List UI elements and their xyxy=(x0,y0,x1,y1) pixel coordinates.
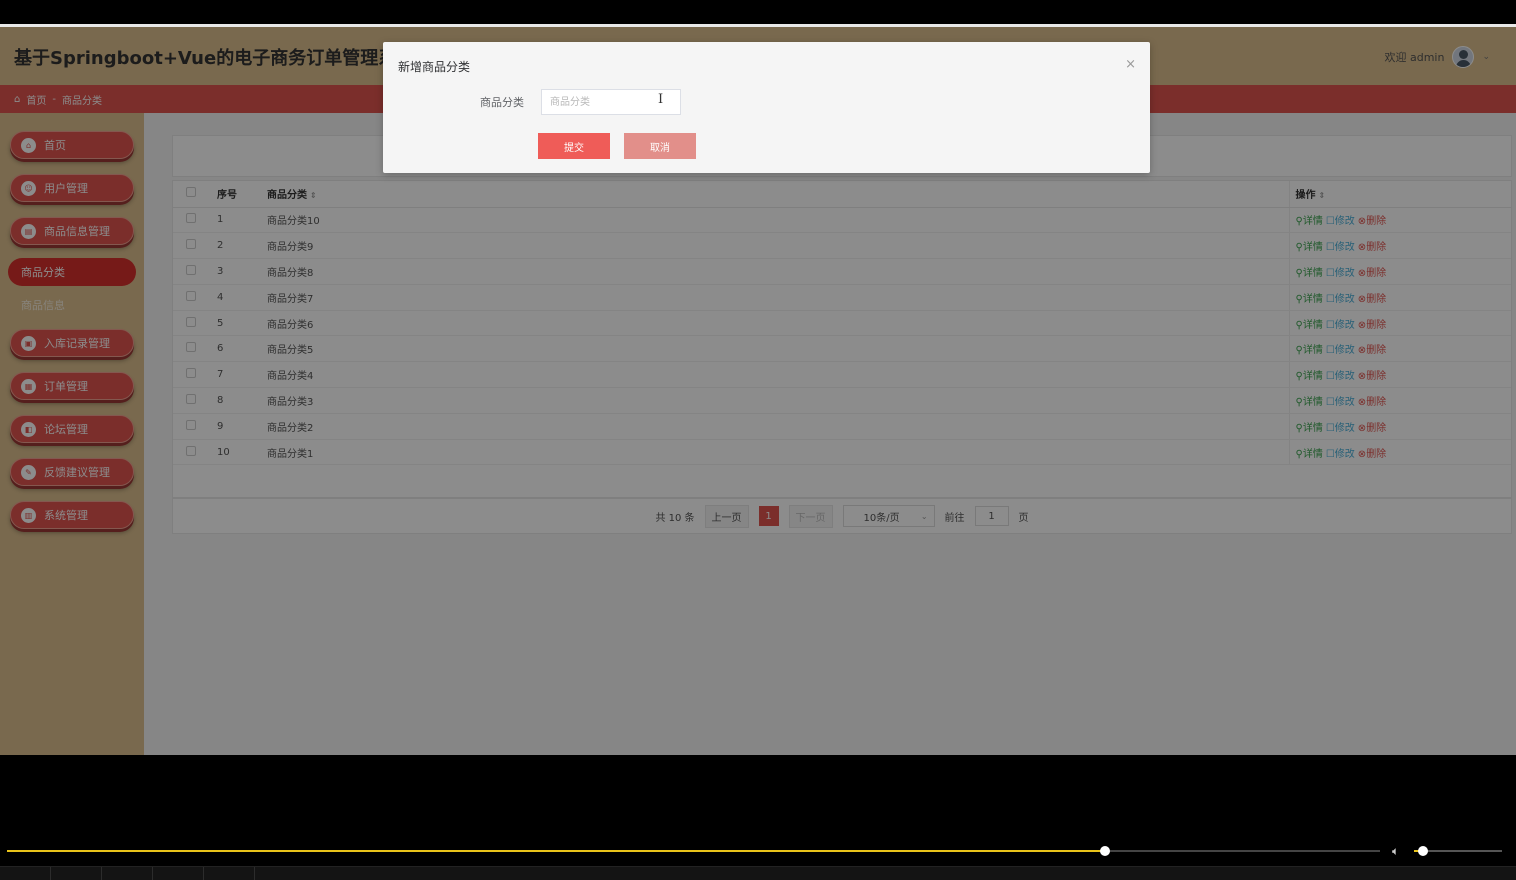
progress-fill xyxy=(7,850,1106,852)
close-icon[interactable]: × xyxy=(1125,57,1136,72)
volume-icon[interactable]: 🔈︎ xyxy=(1392,844,1399,859)
taskbar-slot[interactable] xyxy=(102,867,153,880)
add-category-dialog: 新增商品分类 × 商品分类 I 提交 取消 xyxy=(383,42,1150,173)
taskbar xyxy=(0,866,1516,880)
app-window: 基于Springboot+Vue的电子商务订单管理系统设 欢迎 admin ⌄ … xyxy=(0,27,1516,755)
text-cursor-icon: I xyxy=(658,92,664,107)
taskbar-slot[interactable] xyxy=(51,867,102,880)
category-field-label: 商品分类 xyxy=(480,96,524,109)
progress-handle[interactable] xyxy=(1100,846,1111,856)
volume-slider[interactable] xyxy=(1414,846,1502,856)
cancel-button[interactable]: 取消 xyxy=(624,133,696,159)
taskbar-slot[interactable] xyxy=(204,867,255,880)
video-player-controls: 🔈︎ xyxy=(0,755,1516,880)
volume-handle[interactable] xyxy=(1417,846,1428,856)
submit-button[interactable]: 提交 xyxy=(538,133,610,159)
taskbar-slot[interactable] xyxy=(153,867,204,880)
screen: 基于Springboot+Vue的电子商务订单管理系统设 欢迎 admin ⌄ … xyxy=(0,0,1516,880)
dialog-title: 新增商品分类 xyxy=(398,60,471,74)
progress-bar[interactable] xyxy=(7,846,1380,856)
taskbar-slot[interactable] xyxy=(0,867,51,880)
